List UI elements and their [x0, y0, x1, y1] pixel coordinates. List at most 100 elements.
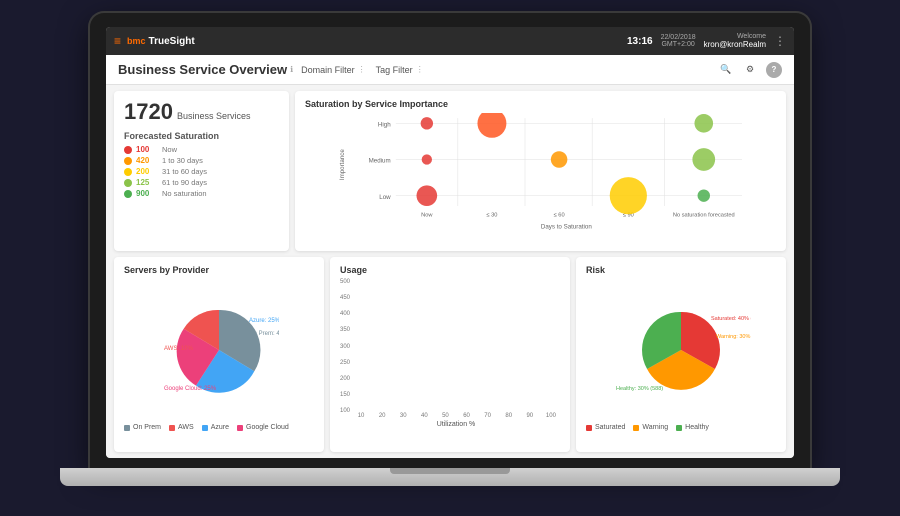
usage-x-label: 50	[442, 413, 449, 419]
topbar-date-block: 22/02/2018 GMT+2:00	[661, 34, 696, 48]
usage-x-label: 90	[526, 413, 533, 419]
truesight-text: TrueSight	[149, 36, 195, 47]
saturation-row: 200 31 to 60 days	[124, 167, 279, 176]
provider-pie-chart: Azure: 25% On Prem: 40% AWS: 10% Google …	[159, 300, 279, 400]
usage-title: Usage	[340, 265, 560, 275]
y-label-400: 400	[340, 311, 350, 317]
screen: ≡ bmc TrueSight 13:16 22/02/2018 GMT+2:0…	[106, 27, 794, 458]
usage-bar-group: 10	[352, 412, 370, 419]
main-content: 1720 Business Services Forecasted Satura…	[106, 85, 794, 458]
svg-text:High: High	[378, 121, 391, 128]
page-title: Business Service Overview	[118, 62, 287, 77]
servers-by-provider-title: Servers by Provider	[124, 265, 314, 275]
topbar-date: 22/02/2018	[661, 34, 696, 41]
usage-bar-group: 60	[457, 412, 475, 419]
tag-filter[interactable]: Tag Filter ⋮	[376, 65, 424, 75]
summary-card: 1720 Business Services Forecasted Satura…	[114, 91, 289, 251]
sat-dot	[124, 146, 132, 154]
y-label-200: 200	[340, 376, 350, 382]
svg-text:Azure: 25%: Azure: 25%	[249, 318, 279, 324]
summary-header: 1720 Business Services	[124, 99, 279, 125]
bmc-logo: bmc TrueSight	[127, 36, 195, 47]
sat-dot	[124, 157, 132, 165]
topbar-gmt: GMT+2:00	[661, 41, 696, 48]
svg-text:Now: Now	[421, 212, 433, 218]
legend-item-onprem: On Prem	[124, 424, 161, 431]
sat-desc: Now	[162, 145, 177, 154]
summary-label: Business Services	[177, 111, 251, 121]
svg-text:Importance: Importance	[339, 149, 346, 181]
topbar-more-icon[interactable]: ⋮	[774, 34, 786, 48]
usage-x-label: 40	[421, 413, 428, 419]
usage-bar-group: 40	[415, 412, 433, 419]
sat-number: 125	[136, 178, 158, 187]
legend-item-azure: Azure	[202, 424, 229, 431]
usage-bar-group: 30	[394, 412, 412, 419]
legend-item-healthy: Healthy	[676, 424, 709, 431]
svg-text:Google Cloud: 25%: Google Cloud: 25%	[164, 386, 217, 392]
help-icon[interactable]: ?	[766, 62, 782, 78]
sat-dot	[124, 179, 132, 187]
y-label-150: 150	[340, 392, 350, 398]
svg-text:Warning: 30% (988): Warning: 30% (988)	[716, 334, 751, 340]
sat-desc: 31 to 60 days	[162, 167, 207, 176]
saturation-row: 100 Now	[124, 145, 279, 154]
usage-x-label: 80	[505, 413, 512, 419]
forecasted-title: Forecasted Saturation	[124, 131, 279, 141]
sat-number: 200	[136, 167, 158, 176]
svg-text:Healthy: 30% (588): Healthy: 30% (588)	[616, 386, 663, 392]
page-title-info-icon[interactable]: ℹ	[290, 65, 293, 74]
legend-item-saturated: Saturated	[586, 424, 625, 431]
menu-icon[interactable]: ≡	[114, 34, 121, 48]
risk-pie-chart: Saturated: 40% (1032) Warning: 30% (988)…	[611, 300, 751, 400]
sat-dot	[124, 190, 132, 198]
svg-text:On Prem: 40%: On Prem: 40%	[249, 331, 279, 337]
tag-filter-icon: ⋮	[416, 65, 424, 74]
topbar-user-block: Welcome kron@kronRealm	[704, 33, 766, 49]
content-nav: Business Service Overview ℹ Domain Filte…	[106, 55, 794, 85]
settings-icon[interactable]: ⚙	[742, 62, 758, 78]
saturation-chart-card: Saturation by Service Importance	[295, 91, 786, 251]
risk-legend: Saturated Warning Healthy	[586, 424, 776, 431]
sat-desc: 1 to 30 days	[162, 156, 203, 165]
saturation-row: 900 No saturation	[124, 189, 279, 198]
usage-card: Usage 500 450 400 350 300 250 200 150	[330, 257, 570, 452]
sat-number: 100	[136, 145, 158, 154]
top-row: 1720 Business Services Forecasted Satura…	[114, 91, 786, 251]
usage-x-label: 70	[484, 413, 491, 419]
saturation-rows: 100 Now 420 1 to 30 days 200 31 to 60 da…	[124, 145, 279, 198]
sat-desc: 61 to 90 days	[162, 178, 207, 187]
saturation-chart-title: Saturation by Service Importance	[305, 99, 776, 109]
svg-text:Low: Low	[379, 194, 391, 201]
svg-text:Saturated: 40% (1032): Saturated: 40% (1032)	[711, 316, 751, 322]
svg-text:No saturation forecasted: No saturation forecasted	[673, 212, 735, 218]
sat-number: 900	[136, 189, 158, 198]
bottom-row: Servers by Provider	[114, 257, 786, 452]
bmc-text: bmc	[127, 36, 146, 46]
topbar-time: 13:16	[627, 36, 653, 47]
svg-text:≤ 30: ≤ 30	[486, 212, 497, 218]
summary-big-number: 1720	[124, 99, 173, 125]
usage-bar-group: 90	[521, 412, 539, 419]
legend-item-gcloud: Google Cloud	[237, 424, 289, 431]
laptop-base	[60, 468, 840, 486]
saturation-row: 420 1 to 30 days	[124, 156, 279, 165]
laptop-shell: ≡ bmc TrueSight 13:16 22/02/2018 GMT+2:0…	[60, 13, 840, 503]
y-label-350: 350	[340, 327, 350, 333]
domain-filter-icon: ⋮	[358, 65, 366, 74]
topbar-right: 13:16 22/02/2018 GMT+2:00 Welcome kron@k…	[627, 33, 786, 49]
domain-filter[interactable]: Domain Filter ⋮	[301, 65, 366, 75]
usage-x-label: 60	[463, 413, 470, 419]
provider-legend: On Prem AWS Azure	[124, 424, 314, 431]
risk-title: Risk	[586, 265, 776, 275]
usage-x-axis-label: Utilization %	[352, 421, 560, 428]
svg-text:≤ 60: ≤ 60	[554, 212, 565, 218]
servers-by-provider-card: Servers by Provider	[114, 257, 324, 452]
screen-bezel: ≡ bmc TrueSight 13:16 22/02/2018 GMT+2:0…	[90, 13, 810, 468]
topbar-welcome: Welcome	[704, 33, 766, 40]
search-icon[interactable]: 🔍	[718, 62, 734, 78]
risk-card: Risk Saturated: 40%	[576, 257, 786, 452]
svg-text:AWS: 10%: AWS: 10%	[164, 346, 193, 352]
usage-x-label: 100	[546, 413, 556, 419]
usage-bar-group: 70	[479, 412, 497, 419]
